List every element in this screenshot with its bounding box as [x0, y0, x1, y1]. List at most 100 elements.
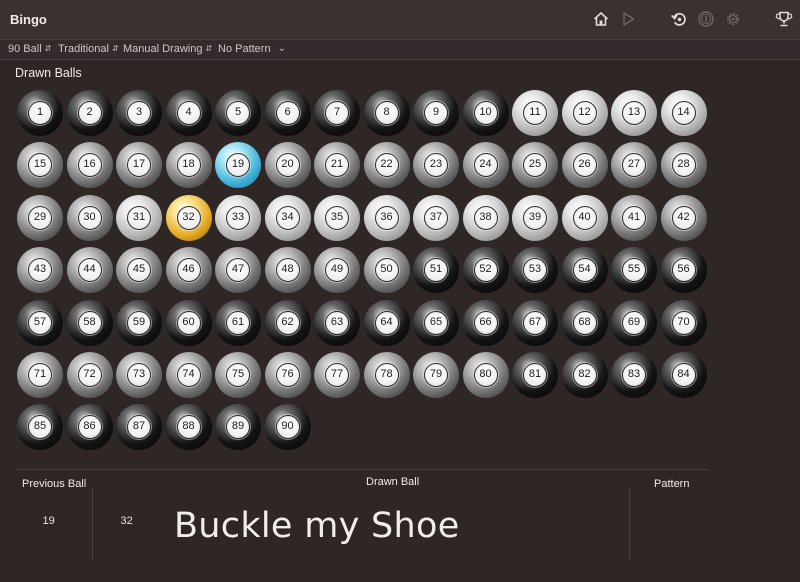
- bingo-ball-63[interactable]: 63: [314, 299, 360, 346]
- bingo-ball-21[interactable]: 21: [314, 142, 360, 189]
- bingo-ball-60[interactable]: 60: [165, 299, 212, 346]
- bingo-ball-15[interactable]: 15: [17, 142, 63, 189]
- ball-count-select[interactable]: 90 Ball ⇵: [8, 43, 51, 55]
- bingo-ball-37[interactable]: 37: [413, 194, 459, 241]
- bingo-ball-12[interactable]: 12: [561, 90, 608, 136]
- bingo-ball-77[interactable]: 77: [314, 352, 360, 398]
- bingo-ball-2[interactable]: 2: [66, 90, 113, 136]
- bingo-ball-51[interactable]: 51: [413, 247, 459, 294]
- bingo-ball-17[interactable]: 17: [116, 142, 162, 189]
- bingo-ball-8[interactable]: 8: [363, 90, 410, 136]
- bingo-ball-13[interactable]: 13: [611, 90, 657, 136]
- bingo-ball-87[interactable]: 87: [116, 404, 162, 451]
- bingo-ball-25[interactable]: 25: [512, 142, 558, 189]
- bingo-ball-70[interactable]: 70: [660, 299, 707, 346]
- bingo-ball-83[interactable]: 83: [611, 352, 657, 398]
- bingo-ball-57[interactable]: 57: [17, 299, 63, 346]
- bingo-ball-16[interactable]: 16: [66, 142, 113, 189]
- bingo-ball-45[interactable]: 45: [116, 247, 162, 294]
- bingo-ball-58[interactable]: 58: [66, 299, 113, 346]
- trophy-icon[interactable]: [775, 10, 793, 28]
- bingo-ball-47[interactable]: 47: [215, 247, 261, 294]
- bingo-ball-80[interactable]: 80: [462, 352, 509, 398]
- game-style-select[interactable]: Traditional ⇵: [58, 43, 119, 55]
- bingo-ball-23[interactable]: 23: [413, 142, 459, 189]
- home-icon[interactable]: [592, 10, 610, 28]
- bingo-ball-65[interactable]: 65: [413, 299, 459, 346]
- bingo-ball-52[interactable]: 52: [462, 247, 509, 294]
- bingo-ball-73[interactable]: 73: [116, 352, 162, 398]
- bingo-ball-38[interactable]: 38: [462, 194, 509, 241]
- bingo-ball-90[interactable]: 90: [264, 404, 311, 451]
- bingo-ball-7[interactable]: 7: [314, 90, 360, 136]
- bingo-ball-22[interactable]: 22: [363, 142, 410, 189]
- bingo-ball-36[interactable]: 36: [363, 194, 410, 241]
- bingo-ball-31[interactable]: 31: [116, 194, 162, 241]
- bingo-ball-72[interactable]: 72: [66, 352, 113, 398]
- bingo-ball-85[interactable]: 85: [17, 404, 63, 451]
- bingo-ball-18[interactable]: 18: [165, 142, 212, 189]
- gear-icon[interactable]: [724, 10, 742, 28]
- bingo-ball-24[interactable]: 24: [462, 142, 509, 189]
- bingo-ball-34[interactable]: 34: [264, 194, 311, 241]
- bingo-ball-86[interactable]: 86: [66, 404, 113, 451]
- drawing-mode-select[interactable]: Manual Drawing ⇵: [123, 43, 212, 55]
- bingo-ball-50[interactable]: 50: [363, 247, 410, 294]
- bingo-ball-55[interactable]: 55: [611, 247, 657, 294]
- bingo-ball-29[interactable]: 29: [17, 194, 63, 241]
- undo-icon[interactable]: [670, 10, 688, 28]
- bingo-ball-33[interactable]: 33: [215, 194, 261, 241]
- pattern-select[interactable]: No Pattern ⌄: [218, 43, 286, 55]
- bingo-ball-69[interactable]: 69: [611, 299, 657, 346]
- bingo-ball-89[interactable]: 89: [215, 404, 261, 451]
- bingo-ball-5[interactable]: 5: [215, 90, 261, 136]
- bingo-ball-20[interactable]: 20: [264, 142, 311, 189]
- bingo-ball-41[interactable]: 41: [611, 194, 657, 241]
- bingo-ball-88[interactable]: 88: [165, 404, 212, 451]
- bingo-ball-4[interactable]: 4: [165, 90, 212, 136]
- bingo-ball-30[interactable]: 30: [66, 194, 113, 241]
- bingo-ball-54[interactable]: 54: [561, 247, 608, 294]
- bingo-ball-68[interactable]: 68: [561, 299, 608, 346]
- bingo-ball-71[interactable]: 71: [17, 352, 63, 398]
- play-icon[interactable]: [619, 10, 637, 28]
- bingo-ball-61[interactable]: 61: [215, 299, 261, 346]
- bingo-ball-53[interactable]: 53: [512, 247, 558, 294]
- bingo-ball-64[interactable]: 64: [363, 299, 410, 346]
- bingo-ball-9[interactable]: 9: [413, 90, 459, 136]
- bingo-ball-26[interactable]: 26: [561, 142, 608, 189]
- bingo-ball-79[interactable]: 79: [413, 352, 459, 398]
- bingo-ball-43[interactable]: 43: [17, 247, 63, 294]
- bingo-ball-10[interactable]: 10: [462, 90, 509, 136]
- bingo-ball-40[interactable]: 40: [561, 194, 608, 241]
- bingo-ball-6[interactable]: 6: [264, 90, 311, 136]
- bingo-ball-1[interactable]: 1: [17, 90, 63, 136]
- bingo-ball-56[interactable]: 56: [660, 247, 707, 294]
- bingo-ball-66[interactable]: 66: [462, 299, 509, 346]
- bingo-ball-32[interactable]: 32: [165, 194, 212, 241]
- bingo-ball-75[interactable]: 75: [215, 352, 261, 398]
- bingo-ball-39[interactable]: 39: [512, 194, 558, 241]
- bingo-ball-59[interactable]: 59: [116, 299, 162, 346]
- bingo-ball-62[interactable]: 62: [264, 299, 311, 346]
- bingo-ball-76[interactable]: 76: [264, 352, 311, 398]
- bingo-ball-48[interactable]: 48: [264, 247, 311, 294]
- bingo-ball-11[interactable]: 11: [512, 90, 558, 136]
- bingo-ball-14[interactable]: 14: [660, 90, 707, 136]
- bingo-ball-67[interactable]: 67: [512, 299, 558, 346]
- bingo-ball-27[interactable]: 27: [611, 142, 657, 189]
- coin-icon[interactable]: [697, 10, 715, 28]
- bingo-ball-19[interactable]: 19: [215, 142, 261, 189]
- bingo-ball-28[interactable]: 28: [660, 142, 707, 189]
- bingo-ball-84[interactable]: 84: [660, 352, 707, 398]
- bingo-ball-81[interactable]: 81: [512, 352, 558, 398]
- bingo-ball-49[interactable]: 49: [314, 247, 360, 294]
- bingo-ball-78[interactable]: 78: [363, 352, 410, 398]
- bingo-ball-44[interactable]: 44: [66, 247, 113, 294]
- bingo-ball-3[interactable]: 3: [116, 90, 162, 136]
- bingo-ball-35[interactable]: 35: [314, 194, 360, 241]
- bingo-ball-82[interactable]: 82: [561, 352, 608, 398]
- bingo-ball-42[interactable]: 42: [660, 194, 707, 241]
- bingo-ball-74[interactable]: 74: [165, 352, 212, 398]
- bingo-ball-46[interactable]: 46: [165, 247, 212, 294]
